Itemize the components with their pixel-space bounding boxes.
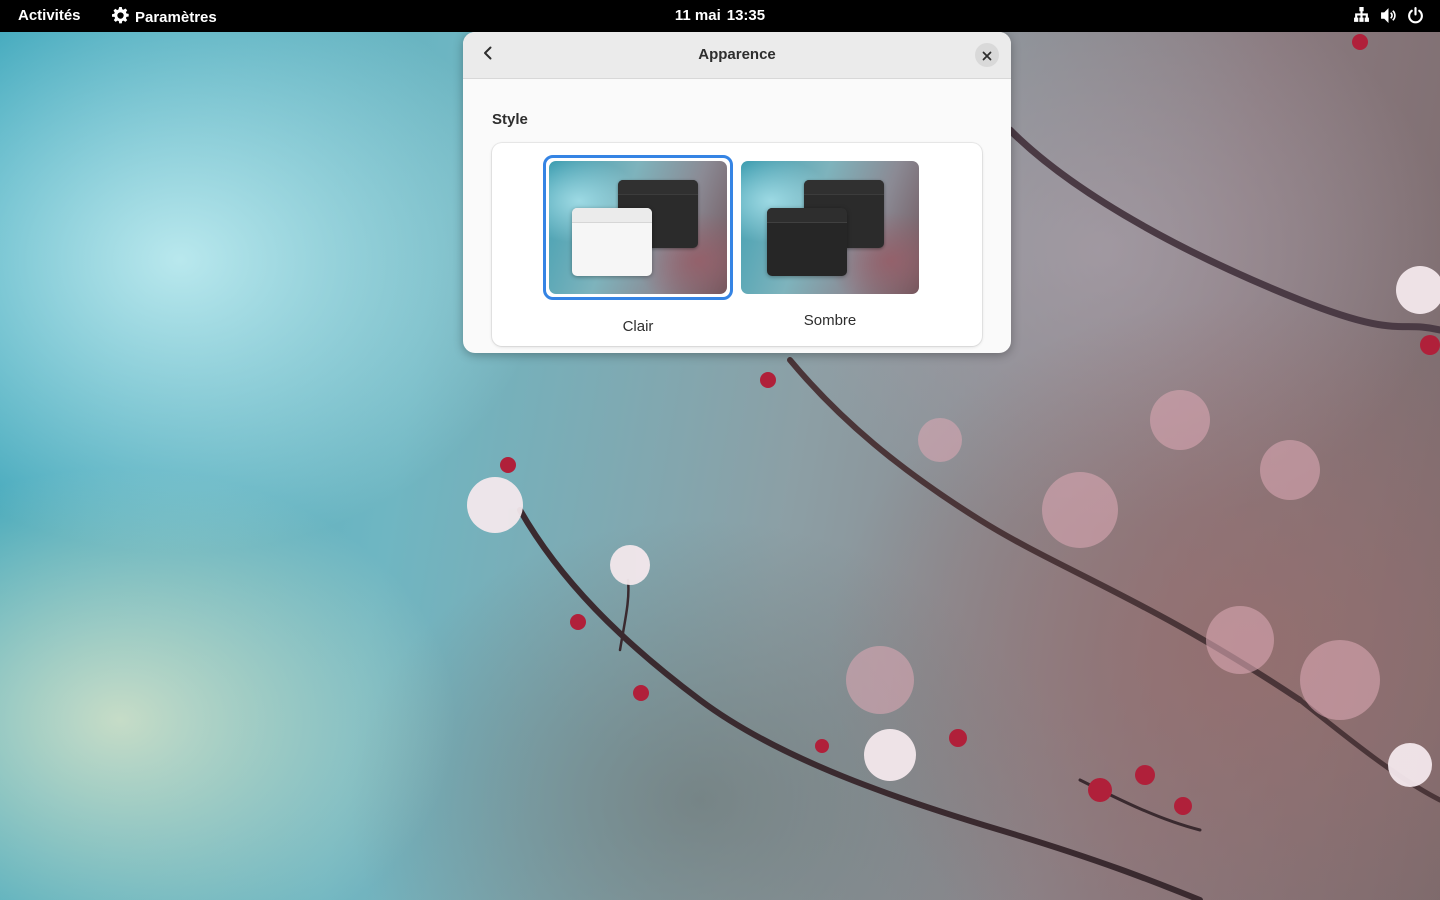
appearance-window: Apparence Style Clair Sombre [463,32,1011,353]
style-option-label: Sombre [803,312,857,329]
close-button[interactable] [975,43,999,67]
clock-time: 13:35 [726,7,766,24]
style-card: Clair Sombre [492,143,982,346]
window-title: Apparence [698,46,776,63]
header-bar: Apparence [463,32,1011,79]
top-bar: Activités Paramètres 11 mai 13:35 [0,0,1440,32]
clock-button[interactable]: 11 mai 13:35 [0,7,1440,24]
light-style-preview [549,161,727,294]
selection-ring [543,155,733,300]
section-title-style: Style [492,111,528,128]
preview-front-window [767,208,847,276]
close-icon [982,46,992,65]
preview-front-window [572,208,652,276]
clock-date: 11 mai [674,7,721,24]
system-tray[interactable] [1353,7,1424,24]
style-option-label: Clair [622,318,654,335]
volume-icon [1380,7,1397,24]
style-option-dark[interactable]: Sombre [741,161,919,329]
dark-style-preview [741,161,919,294]
style-option-light[interactable]: Clair [543,155,733,335]
network-icon [1353,7,1370,24]
power-icon [1407,7,1424,24]
